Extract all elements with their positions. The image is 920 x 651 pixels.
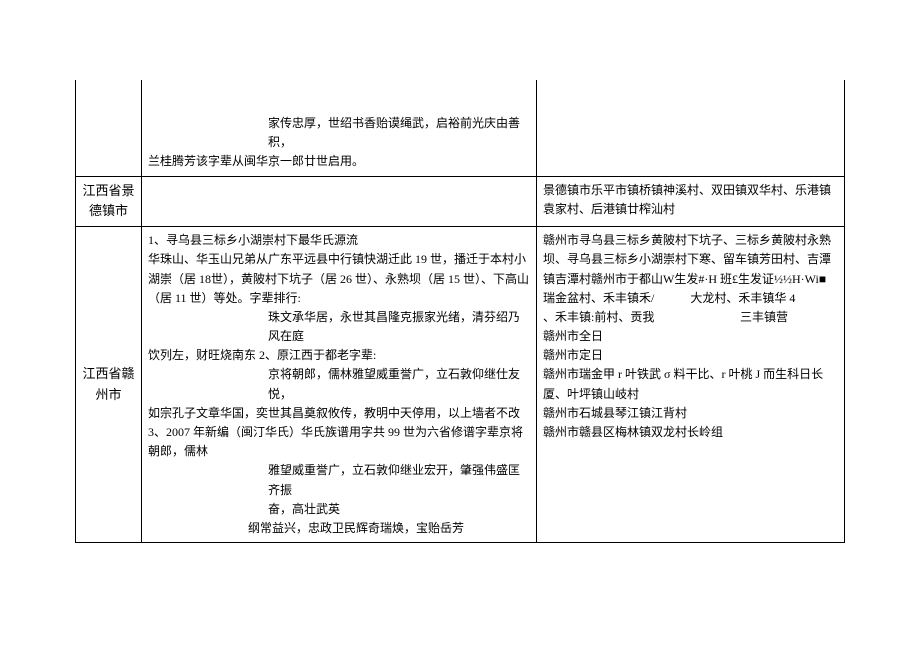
verse-line: 纲常益兴，忠政卫民辉奇瑞焕，宝贻岳芳 [148,519,530,538]
verse-line: 珠文承华居，永世其昌隆克振家光绪，清芬绍乃风在庭 [148,308,530,346]
location-cell: 赣州市寻乌县三标乡黄陂村下坑子、三标乡黄陂村永熟坝、寻乌县三标乡小湖崇村下寒、留… [537,227,845,543]
verse-line: 京将朝郎，儒林雅望威重誉广，立石敦仰继仕友悦， [148,365,530,403]
province-cell: 江西省景德镇市 [76,176,142,227]
verse-line: 家传忠厚，世绍书香贻谟绳武，启裕前光庆由善积， [148,114,530,152]
location-text-left: 、禾丰镇: [543,308,594,327]
verse-line: 奋，高壮武英 [148,500,530,519]
location-cell: 景德镇市乐平市镇桥镇神溪村、双田镇双华村、乐港镇袁家村、后港镇廿榨汕村 [537,176,845,227]
province-cell [76,80,142,176]
location-para: 赣州市赣县区梅林镇双龙村长岭组 [543,423,838,442]
lineage-cell: 家传忠厚，世绍书香贻谟绳武，启裕前光庆由善积， 兰桂腾芳该字辈从闽华京一郎廿世启… [142,80,537,176]
table-row: 家传忠厚，世绍书香贻谟绳武，启裕前光庆由善积， 兰桂腾芳该字辈从闽华京一郎廿世启… [76,80,845,176]
verse-line: 雅望威重誉广，立石敦仰继业宏开，肇强伟盛匡齐振 [148,461,530,499]
location-para: 赣州市全日 [543,327,838,346]
verse-line: 兰桂腾芳该字辈从闽华京一郎廿世启用。 [148,152,530,171]
spacer [148,84,530,114]
lineage-para: 1、寻乌县三标乡小湖崇村下最华氏源流 [148,231,530,250]
lineage-cell [142,176,537,227]
location-para: 赣州市瑞金甲 r 叶铁武 σ 料干比、r 叶桃 J 而生科日长厦、叶坪镇山岐村 [543,365,838,403]
province-cell: 江西省赣州市 [76,227,142,543]
location-cell [537,80,845,176]
location-para: 赣州市定日 [543,346,838,365]
table-row: 江西省景德镇市 景德镇市乐平市镇桥镇神溪村、双田镇双华村、乐港镇袁家村、后港镇廿… [76,176,845,227]
lineage-para: 华珠山、华玉山兄弟从广东平远县中行镇快湖迁此 19 世，播迁于本村小湖崇（居 1… [148,250,530,308]
lineage-para: 如宗孔子文章华国，奕世其昌奠叙攸传，教明中天停用，以上墙者不改 [148,404,530,423]
location-text-right: 三丰镇营 [740,308,838,327]
location-para: 赣州市石城县琴江镇江背村 [543,404,838,423]
location-para: 赣州市寻乌县三标乡黄陂村下坑子、三标乡黄陂村永熟坝、寻乌县三标乡小湖崇村下寒、留… [543,231,838,308]
table-row: 江西省赣州市 1、寻乌县三标乡小湖崇村下最华氏源流 华珠山、华玉山兄弟从广东平远… [76,227,845,543]
lineage-cell: 1、寻乌县三标乡小湖崇村下最华氏源流 华珠山、华玉山兄弟从广东平远县中行镇快湖迁… [142,227,537,543]
lineage-para: 3、2007 年新编（闽汀华氏）华氏族谱用字共 99 世为六省修谱字辈京将朝郎，… [148,423,530,461]
genealogy-table: 家传忠厚，世绍书香贻谟绳武，启裕前光庆由善积， 兰桂腾芳该字辈从闽华京一郎廿世启… [75,80,845,543]
lineage-para: 饮列左，财旺烧南东 2、原江西于都老字辈: [148,346,530,365]
